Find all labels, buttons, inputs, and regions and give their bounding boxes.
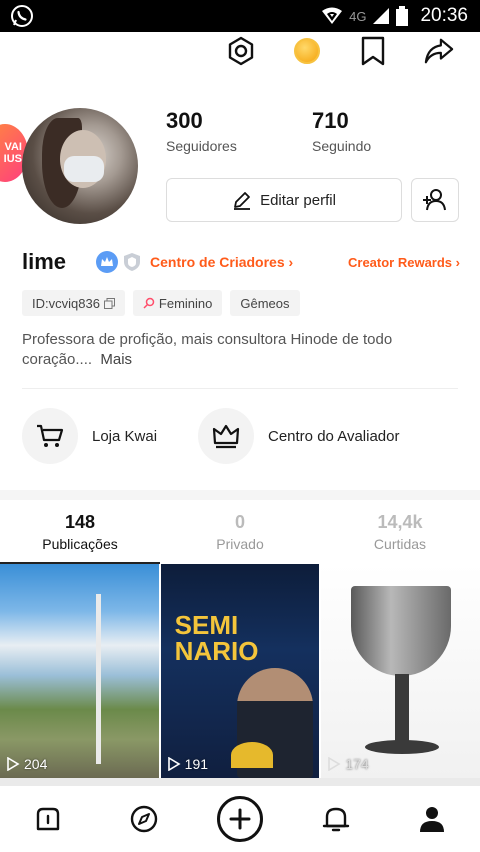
post-thumbnail[interactable]: 174 [321,564,480,778]
user-id-tag[interactable]: ID:vcviq836 [22,290,125,316]
likes-label: Curtidas [373,536,427,552]
nav-discover[interactable] [120,795,168,843]
play-icon [7,757,20,771]
share-button[interactable] [424,36,454,66]
plus-icon [217,796,263,842]
pencil-icon [234,192,251,210]
play-icon [328,757,341,771]
kwai-shop-entry[interactable]: Loja Kwai [22,408,157,464]
avatar[interactable] [22,108,138,224]
tab-publications[interactable]: 148 Publicações [0,512,160,562]
grid-bottom-strip [0,778,480,786]
bottom-navigation [0,786,480,852]
divider [22,388,458,389]
gender-tag: Feminino [132,290,223,316]
profile-tags: ID:vcviq836 Feminino Gêmeos [22,290,300,316]
event-badge-label: VAI IUS [3,141,22,165]
creators-center-label: Centro de Criadores [150,254,285,270]
compass-icon [130,805,158,833]
followers-count: 300 [166,108,203,133]
following-count: 710 [312,108,349,133]
bio-more-link[interactable]: Mais [100,351,132,368]
creator-rewards-link[interactable]: Creator Rewards › [348,255,460,270]
settings-icon [228,36,254,66]
edit-profile-label: Editar perfil [260,191,336,209]
name-row: lime Centro de Criadores › Creator Rewar… [22,248,460,276]
publications-label: Publicações [42,536,118,552]
creator-rewards-label: Creator Rewards [348,254,453,270]
likes-count: 14,4k [377,512,423,532]
post-thumbnail[interactable]: 204 [0,564,159,778]
followers-stat[interactable]: 300 Seguidores [166,108,237,154]
home-icon [36,807,60,831]
section-separator [0,490,480,500]
female-icon [143,297,155,309]
nav-profile[interactable] [408,795,456,843]
zodiac-tag: Gêmeos [230,290,300,316]
user-id-label: ID:vcviq836 [32,295,100,311]
settings-button[interactable] [226,36,256,66]
nav-create[interactable] [216,795,264,843]
post-views-count: 191 [184,756,209,772]
network-type: 4G [349,8,367,24]
post-headline: SEMI NARIO [174,610,259,666]
play-icon [167,757,181,771]
tab-likes[interactable]: 14,4k Curtidas [320,512,480,562]
nav-notifications[interactable] [312,795,360,843]
post-views: 204 [6,756,47,772]
publications-count: 148 [64,512,96,532]
profile-tabs: 148 Publicações 0 Privado 14,4k Curtidas [0,512,480,562]
private-label: Privado [216,536,264,552]
signal-icon [373,8,390,24]
wifi-icon [322,7,343,24]
share-icon [424,38,454,64]
coin-button[interactable] [292,36,322,66]
creators-center-link[interactable]: Centro de Criadores › [150,254,293,270]
post-grid: 204 SEMI NARIO 191 174 [0,564,480,778]
post-views-count: 204 [24,756,48,772]
profile-icon [420,807,444,832]
shield-badge-icon[interactable] [122,252,142,272]
profile-toolbar [226,36,454,66]
following-stat[interactable]: 710 Seguindo [312,108,371,154]
bookmark-icon [361,36,385,66]
post-views: 191 [167,756,208,772]
post-views-count: 174 [345,756,369,772]
edit-profile-button[interactable]: Editar perfil [166,178,402,222]
copy-icon [103,297,115,309]
crown-icon [212,424,240,449]
bell-icon [322,807,350,832]
post-views: 174 [327,756,369,772]
kwai-shop-label: Loja Kwai [92,427,158,445]
reviewer-center-label: Centro do Avaliador [268,427,400,445]
bookmark-button[interactable] [358,36,388,66]
following-label: Seguindo [312,138,372,154]
battery-icon [396,6,409,26]
crown-badge-icon[interactable] [96,251,119,273]
nav-home[interactable] [24,795,72,843]
add-friend-button[interactable] [411,178,459,222]
reviewer-center-entry[interactable]: Centro do Avaliador [198,408,399,464]
tab-private[interactable]: 0 Privado [160,512,320,562]
status-bar: 4G 20:36 [0,0,480,32]
bio-text: Professora de profição, mais consultora … [22,331,393,368]
private-count: 0 [234,512,245,532]
bio: Professora de profição, mais consultora … [22,330,422,370]
profile-name: lime [22,249,67,274]
whatsapp-icon [11,5,33,27]
cart-icon [37,424,64,447]
clock: 20:36 [420,5,468,26]
followers-label: Seguidores [166,138,237,154]
post-thumbnail[interactable]: SEMI NARIO 191 [160,564,320,778]
add-user-icon [423,189,446,211]
zodiac-label: Gêmeos [240,295,290,311]
coin-icon [294,38,320,64]
gender-label: Feminino [158,295,213,311]
